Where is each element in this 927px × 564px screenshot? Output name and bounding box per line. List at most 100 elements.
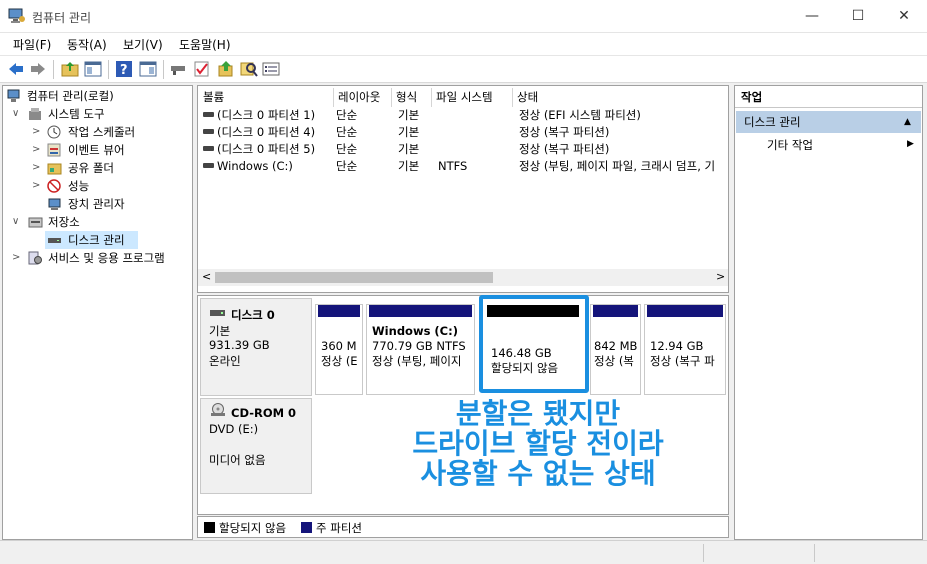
event-viewer-icon	[47, 143, 61, 157]
column-header-status[interactable]: 상태	[513, 88, 728, 107]
cdrom0-state: 미디어 없음	[209, 453, 266, 467]
services-icon	[28, 251, 42, 265]
actions-disk-management[interactable]: 디스크 관리 ▲	[736, 111, 921, 133]
table-row[interactable]: (디스크 0 파티션 5) 단순 기본 정상 (복구 파티션)	[198, 141, 728, 158]
drive-icon	[203, 163, 214, 168]
tree-item-device-manager[interactable]: 장치 관리자	[3, 195, 192, 213]
actions-more-actions[interactable]: 기타 작업	[767, 137, 813, 153]
collapse-arrow-icon[interactable]: ▲	[904, 111, 911, 133]
partition-status: 정상 (복구 파	[650, 354, 715, 368]
tree-label-device-manager: 장치 관리자	[68, 197, 125, 211]
partition-efi[interactable]: 360 M 정상 (E	[315, 304, 363, 395]
menu-help[interactable]: 도움말(H)	[179, 36, 231, 53]
chevron-down-icon[interactable]: ∨	[12, 105, 22, 123]
show-hide-console-tree-icon[interactable]	[84, 60, 102, 78]
volume-name: (디스크 0 파티션 1)	[217, 108, 316, 122]
column-header-type[interactable]: 형식	[392, 88, 432, 107]
chevron-right-icon[interactable]: >	[32, 159, 42, 177]
submenu-arrow-icon[interactable]: ▶	[907, 139, 914, 149]
table-row[interactable]: Windows (C:) 단순 기본 NTFS 정상 (부팅, 페이지 파일, …	[198, 158, 728, 175]
menu-file[interactable]: 파일(F)	[13, 36, 51, 53]
volume-fs: NTFS	[438, 159, 468, 173]
maximize-button[interactable]: ☐	[835, 0, 881, 33]
annotation-text: 분할은 됐지만 드라이브 할당 전이라 사용할 수 없는 상태	[360, 399, 716, 489]
scroll-left-arrow[interactable]: <	[202, 270, 211, 283]
actions-selected-label: 디스크 관리	[744, 115, 801, 129]
volume-type: 기본	[398, 159, 420, 173]
partition-name: Windows (C:)	[372, 324, 458, 338]
tree-label-storage: 저장소	[48, 215, 80, 229]
tree-item-disk-management[interactable]: 디스크 관리	[45, 231, 138, 249]
shared-folder-icon	[47, 163, 62, 175]
help-icon[interactable]: ?	[115, 60, 133, 78]
table-row[interactable]: (디스크 0 파티션 1) 단순 기본 정상 (EFI 시스템 파티션)	[198, 107, 728, 124]
partition-size: 842 MB	[594, 339, 638, 353]
volume-layout: 단순	[336, 142, 358, 156]
column-header-file-system[interactable]: 파일 시스템	[432, 88, 513, 107]
partition-recovery-2[interactable]: 12.94 GB 정상 (복구 파	[644, 304, 726, 395]
volume-name: (디스크 0 파티션 5)	[217, 142, 316, 156]
tree-item-computer-management[interactable]: 컴퓨터 관리(로컬)	[3, 87, 192, 105]
computer-management-icon	[8, 8, 25, 23]
volume-status: 정상 (복구 파티션)	[519, 142, 610, 156]
show-hide-action-pane-icon[interactable]	[139, 60, 157, 78]
chevron-right-icon[interactable]: >	[32, 177, 42, 195]
menu-action[interactable]: 동작(A)	[67, 36, 107, 53]
back-icon[interactable]	[7, 60, 25, 78]
tree-item-task-scheduler[interactable]: > 작업 스케줄러	[3, 123, 192, 141]
disk0-kind: 기본	[209, 324, 231, 338]
tree-label-performance: 성능	[68, 179, 90, 193]
tree-item-services-applications[interactable]: > 서비스 및 응용 프로그램	[3, 249, 192, 267]
partition-windows-c[interactable]: Windows (C:) 770.79 GB NTFS 정상 (부팅, 페이지	[366, 304, 475, 395]
volume-status: 정상 (EFI 시스템 파티션)	[519, 108, 641, 122]
performance-icon	[47, 179, 61, 193]
annotation-line-2: 드라이브 할당 전이라	[412, 427, 664, 460]
connect-drive-icon[interactable]	[169, 60, 187, 78]
computer-management-icon	[7, 89, 20, 102]
disk-management-icon	[48, 238, 61, 243]
partition-size: 360 M	[321, 339, 357, 353]
disk0-size: 931.39 GB	[209, 338, 270, 352]
legend: 할당되지 않음 주 파티션	[197, 516, 729, 538]
horizontal-scrollbar[interactable]: < >	[198, 269, 728, 286]
legend-swatch-primary	[301, 522, 312, 533]
search-icon[interactable]	[240, 60, 258, 78]
volume-list: 볼륨 레이아웃 형식 파일 시스템 상태 (디스크 0 파티션 1) 단순 기본…	[197, 85, 729, 293]
device-manager-icon	[48, 198, 61, 210]
tree-item-shared-folders[interactable]: > 공유 폴더	[3, 159, 192, 177]
export-icon[interactable]	[217, 60, 235, 78]
tree-item-storage[interactable]: ∨ 저장소	[3, 213, 192, 231]
tree-label-disk-management: 디스크 관리	[68, 233, 125, 247]
partition-size: 12.94 GB	[650, 339, 704, 353]
check-properties-icon[interactable]	[193, 60, 211, 78]
close-button[interactable]: ✕	[881, 0, 927, 33]
chevron-right-icon[interactable]: >	[32, 141, 42, 159]
chevron-down-icon[interactable]: ∨	[12, 213, 22, 231]
disk0-label[interactable]: 디스크 0 기본 931.39 GB 온라인	[200, 298, 312, 396]
cdrom0-label[interactable]: CD-ROM 0 DVD (E:) 미디어 없음	[200, 398, 312, 494]
column-header-layout[interactable]: 레이아웃	[334, 88, 392, 107]
tree-item-performance[interactable]: > 성능	[3, 177, 192, 195]
annotation-line-1: 분할은 됐지만	[455, 397, 621, 430]
table-row[interactable]: (디스크 0 파티션 4) 단순 기본 정상 (복구 파티션)	[198, 124, 728, 141]
volume-status: 정상 (부팅, 페이지 파일, 크래시 덤프, 기	[519, 159, 716, 173]
clock-icon	[47, 125, 61, 139]
volume-layout: 단순	[336, 108, 358, 122]
disk-icon	[210, 310, 225, 316]
tree-item-system-tools[interactable]: ∨ 시스템 도구	[3, 105, 192, 123]
scrollbar-thumb[interactable]	[215, 272, 493, 283]
forward-icon[interactable]	[29, 60, 47, 78]
menu-view[interactable]: 보기(V)	[123, 36, 163, 53]
properties-list-icon[interactable]	[262, 60, 280, 78]
annotation-highlight-box	[479, 295, 589, 393]
scroll-right-arrow[interactable]: >	[716, 270, 725, 283]
partition-recovery-1[interactable]: 842 MB 정상 (복	[590, 304, 641, 395]
column-header-volume[interactable]: 볼륨	[199, 88, 334, 107]
actions-header: 작업	[735, 86, 922, 108]
tree-item-event-viewer[interactable]: > 이벤트 뷰어	[3, 141, 192, 159]
volume-status: 정상 (복구 파티션)	[519, 125, 610, 139]
chevron-right-icon[interactable]: >	[12, 249, 22, 267]
chevron-right-icon[interactable]: >	[32, 123, 42, 141]
minimize-button[interactable]: —	[789, 0, 835, 33]
up-folder-icon[interactable]	[61, 60, 79, 78]
